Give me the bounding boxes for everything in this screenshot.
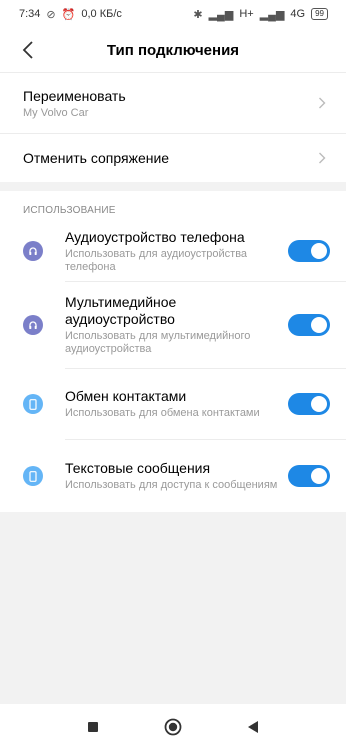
device-actions: Переименовать My Volvo Car Отменить сопр… [0,73,346,182]
page-title: Тип подключения [106,41,240,59]
rename-item[interactable]: Переименовать My Volvo Car [0,73,346,133]
row-desc: Использовать для аудиоустройства телефон… [65,247,248,273]
signal-icon: ▂▄▆ [208,8,234,21]
row-title: Текстовые сообщения [65,460,211,476]
toggle-row-messages: Текстовые сообщения Использовать для дос… [0,440,346,512]
headphones-icon [23,315,43,335]
unpair-item[interactable]: Отменить сопряжение [0,134,346,182]
recents-button[interactable] [81,715,105,739]
media-audio-toggle[interactable] [288,314,330,336]
toggle-row-phone-audio: Аудиоустройство телефона Использовать дл… [0,221,346,281]
phone-audio-toggle[interactable] [288,240,330,262]
section-label-usage: ИСПОЛЬЗОВАНИЕ [0,191,346,221]
chevron-left-icon [22,41,33,59]
contacts-toggle[interactable] [288,393,330,415]
alarm-icon: ⏰ [61,8,76,21]
square-icon [88,722,98,732]
back-button[interactable] [16,38,40,62]
network-type-1: H+ [239,8,254,20]
row-desc: Использовать для обмена контактами [65,407,260,419]
back-nav-button[interactable] [241,715,265,739]
network-type-2: 4G [290,8,306,20]
toggle-row-media-audio: Мультимедийное аудиоустройство Использов… [0,282,346,368]
usage-list: Аудиоустройство телефона Использовать дл… [0,221,346,512]
phone-icon [23,466,43,486]
row-desc: Использовать для доступа к сообщениям [65,479,278,491]
system-nav-bar [0,704,346,750]
row-title: Мультимедийное аудиоустройство [65,294,177,327]
circle-icon [164,718,182,736]
bluetooth-icon: ✱ [193,8,203,21]
triangle-left-icon [248,721,258,733]
home-button[interactable] [161,715,185,739]
messages-toggle[interactable] [288,465,330,487]
row-title: Аудиоустройство телефона [65,228,245,245]
headset-icon [23,241,43,261]
header: Тип подключения [0,28,346,72]
row-desc: Использовать для мультимедийного аудиоус… [65,330,251,355]
chevron-right-icon [319,97,326,109]
toggle-row-contacts: Обмен контактами Использовать для обмена… [0,369,346,439]
chevron-right-icon [319,152,326,164]
rename-title: Переименовать [23,87,126,104]
signal-icon-2: ▂▄▆ [259,8,285,21]
network-speed: 0,0 КБ/с [81,8,122,20]
status-time: 7:34 [19,8,41,20]
phone-icon [23,394,43,414]
row-title: Обмен контактами [65,388,187,404]
battery-icon: 99 [311,8,328,20]
unpair-title: Отменить сопряжение [23,150,170,166]
device-name: My Volvo Car [23,106,89,119]
sync-off-icon: ⊘ [46,8,56,21]
status-bar: 7:34 ⊘ ⏰ 0,0 КБ/с ✱ ▂▄▆ H+ ▂▄▆ 4G 99 [0,0,346,28]
